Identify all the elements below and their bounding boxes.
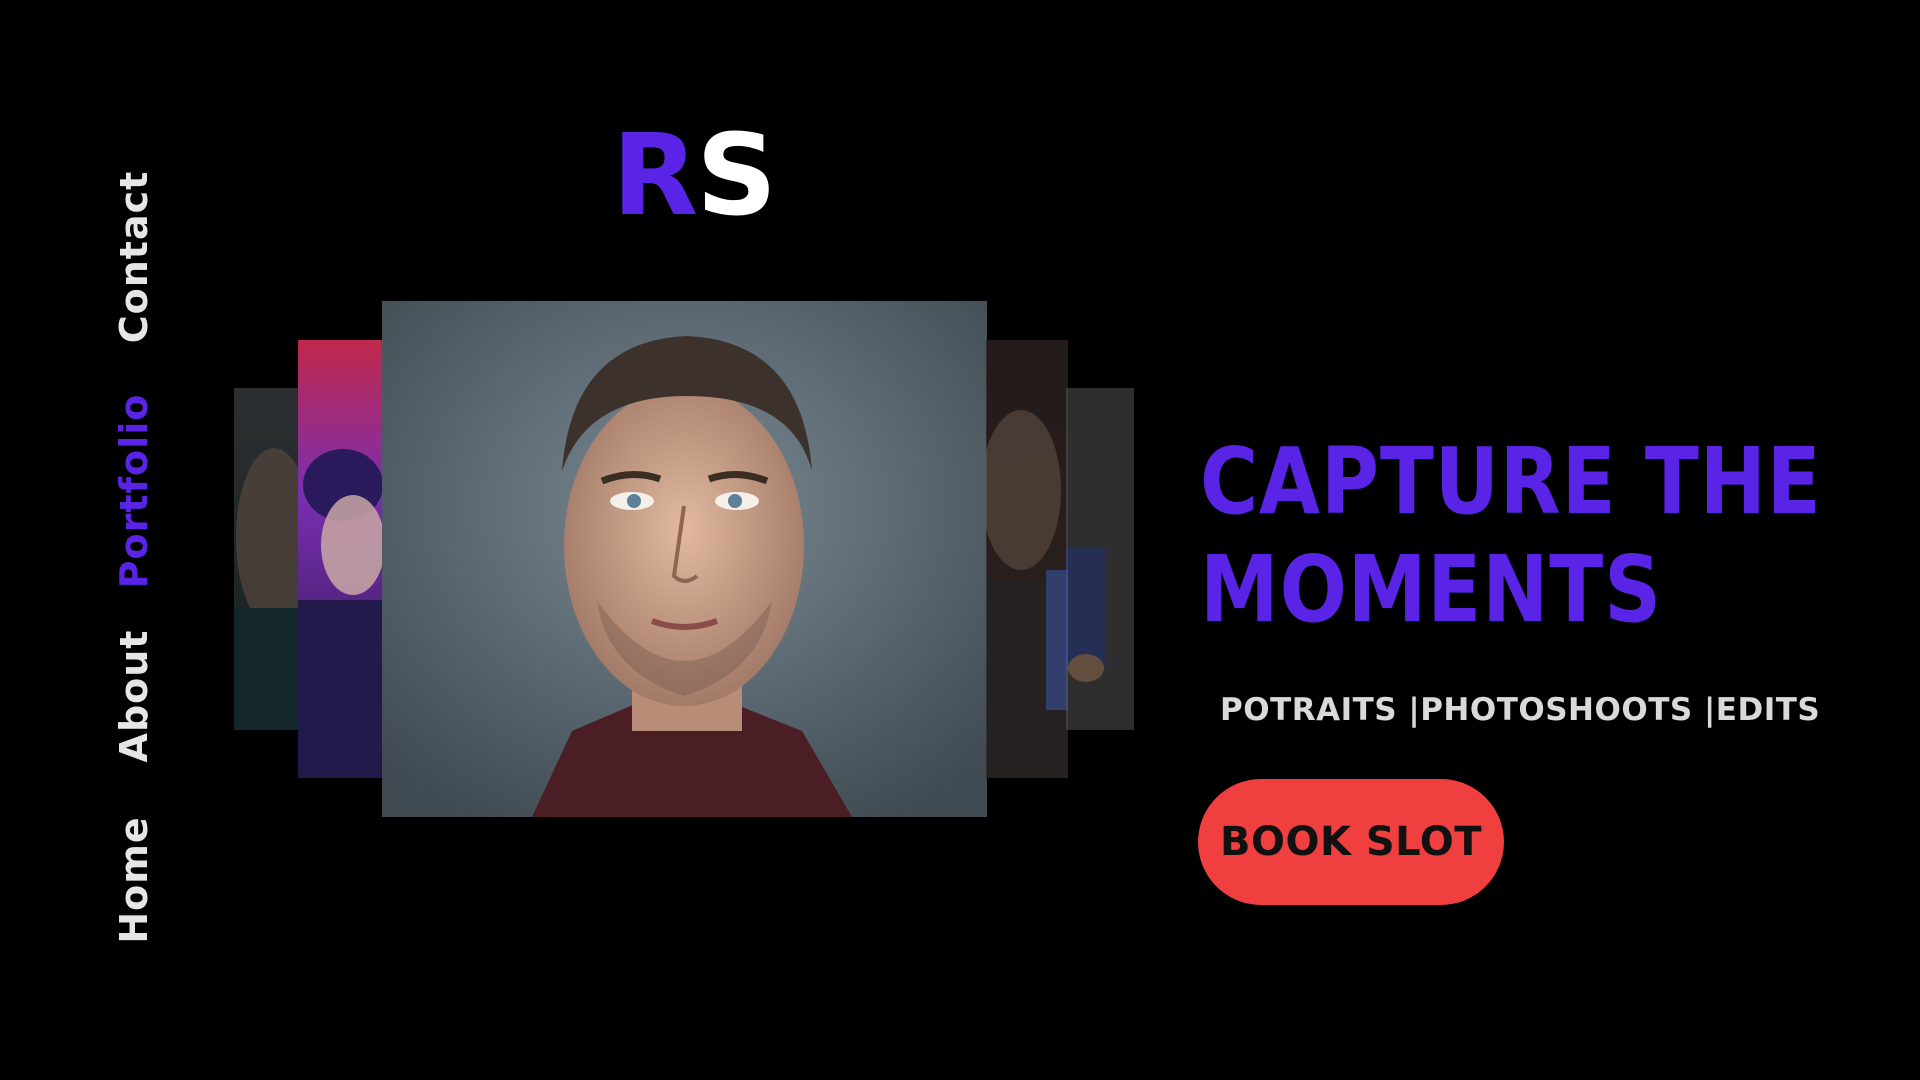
services-tagline: POTRAITS |PHOTOSHOOTS |EDITS bbox=[1220, 692, 1821, 728]
logo-letter-r: R bbox=[612, 111, 698, 241]
headline-line-2: MOMENTS bbox=[1200, 536, 1662, 643]
nav-about[interactable]: About bbox=[112, 630, 156, 763]
logo[interactable]: RS bbox=[612, 120, 777, 232]
nav-home[interactable]: Home bbox=[112, 816, 156, 943]
book-slot-button[interactable]: BOOK SLOT bbox=[1198, 779, 1504, 905]
portrait-photo-mid-right[interactable] bbox=[986, 340, 1068, 778]
nav-contact[interactable]: Contact bbox=[112, 171, 156, 344]
portrait-photo-far-right[interactable] bbox=[1066, 388, 1134, 730]
page: Contact Portfolio About Home RS CAPTURE … bbox=[0, 0, 1920, 1080]
logo-letter-s: S bbox=[696, 111, 777, 241]
portrait-photo-mid-left[interactable] bbox=[298, 340, 388, 778]
headline-line-1: CAPTURE THE bbox=[1200, 428, 1822, 535]
hero-headline: CAPTURE THE MOMENTS bbox=[1200, 428, 1822, 644]
portrait-photo-main[interactable] bbox=[382, 301, 987, 817]
nav-portfolio[interactable]: Portfolio bbox=[112, 394, 156, 589]
